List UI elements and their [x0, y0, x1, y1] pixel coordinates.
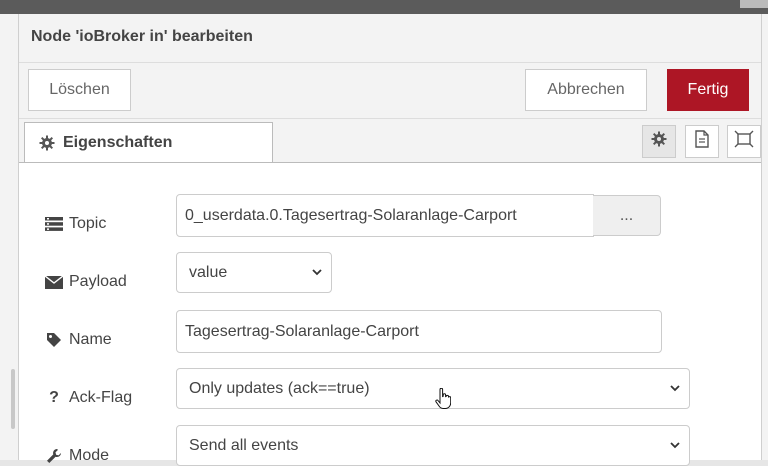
description-tab-button[interactable] — [685, 125, 719, 158]
ack-flag-label: ? Ack-Flag — [45, 389, 132, 407]
gear-icon — [39, 135, 55, 151]
properties-tab-button[interactable] — [642, 125, 676, 158]
frame-icon — [734, 130, 754, 153]
chevron-down-icon — [669, 438, 681, 456]
delete-button[interactable]: Löschen — [28, 69, 131, 111]
edit-tray: Node 'ioBroker in' bearbeiten Löschen Ab… — [18, 14, 762, 466]
name-label: Name — [45, 331, 112, 349]
workspace-scrollbar[interactable] — [11, 369, 15, 429]
topic-input[interactable]: 0_userdata.0.Tagesertrag-Solaranlage-Car… — [176, 194, 594, 237]
ack-flag-select[interactable]: Only updates (ack==true) — [176, 368, 690, 409]
tag-icon — [45, 332, 63, 348]
chevron-down-icon — [311, 265, 323, 283]
name-input[interactable]: Tagesertrag-Solaranlage-Carport — [176, 310, 662, 353]
cancel-button[interactable]: Abbrechen — [525, 69, 647, 111]
tab-label: Eigenschaften — [63, 133, 173, 151]
top-bar-control — [740, 0, 768, 8]
tab-properties[interactable]: Eigenschaften — [24, 122, 273, 162]
done-button[interactable]: Fertig — [667, 69, 749, 111]
payload-select[interactable]: value — [176, 252, 332, 293]
tasks-icon — [45, 217, 63, 231]
payload-label: Payload — [45, 273, 127, 291]
envelope-icon — [45, 275, 63, 289]
gear-icon — [651, 131, 667, 152]
tab-bar: Eigenschaften — [19, 119, 761, 163]
wrench-icon — [45, 448, 63, 464]
document-icon — [694, 130, 710, 153]
tray-toolbar: Löschen Abbrechen Fertig — [19, 63, 761, 119]
topic-label: Topic — [45, 215, 106, 233]
appearance-tab-button[interactable] — [727, 125, 761, 158]
chevron-down-icon — [669, 381, 681, 399]
browse-objects-button[interactable]: ... — [593, 195, 661, 236]
question-icon: ? — [49, 389, 59, 406]
editor-top-bar — [0, 0, 768, 14]
mode-label: Mode — [45, 447, 109, 465]
mouse-cursor-icon — [435, 387, 452, 415]
properties-form: Topic 0_userdata.0.Tagesertrag-Solaranla… — [19, 163, 761, 466]
dialog-title: Node 'ioBroker in' bearbeiten — [31, 28, 253, 45]
tray-header: Node 'ioBroker in' bearbeiten — [19, 14, 761, 63]
workspace-edge — [0, 14, 19, 460]
